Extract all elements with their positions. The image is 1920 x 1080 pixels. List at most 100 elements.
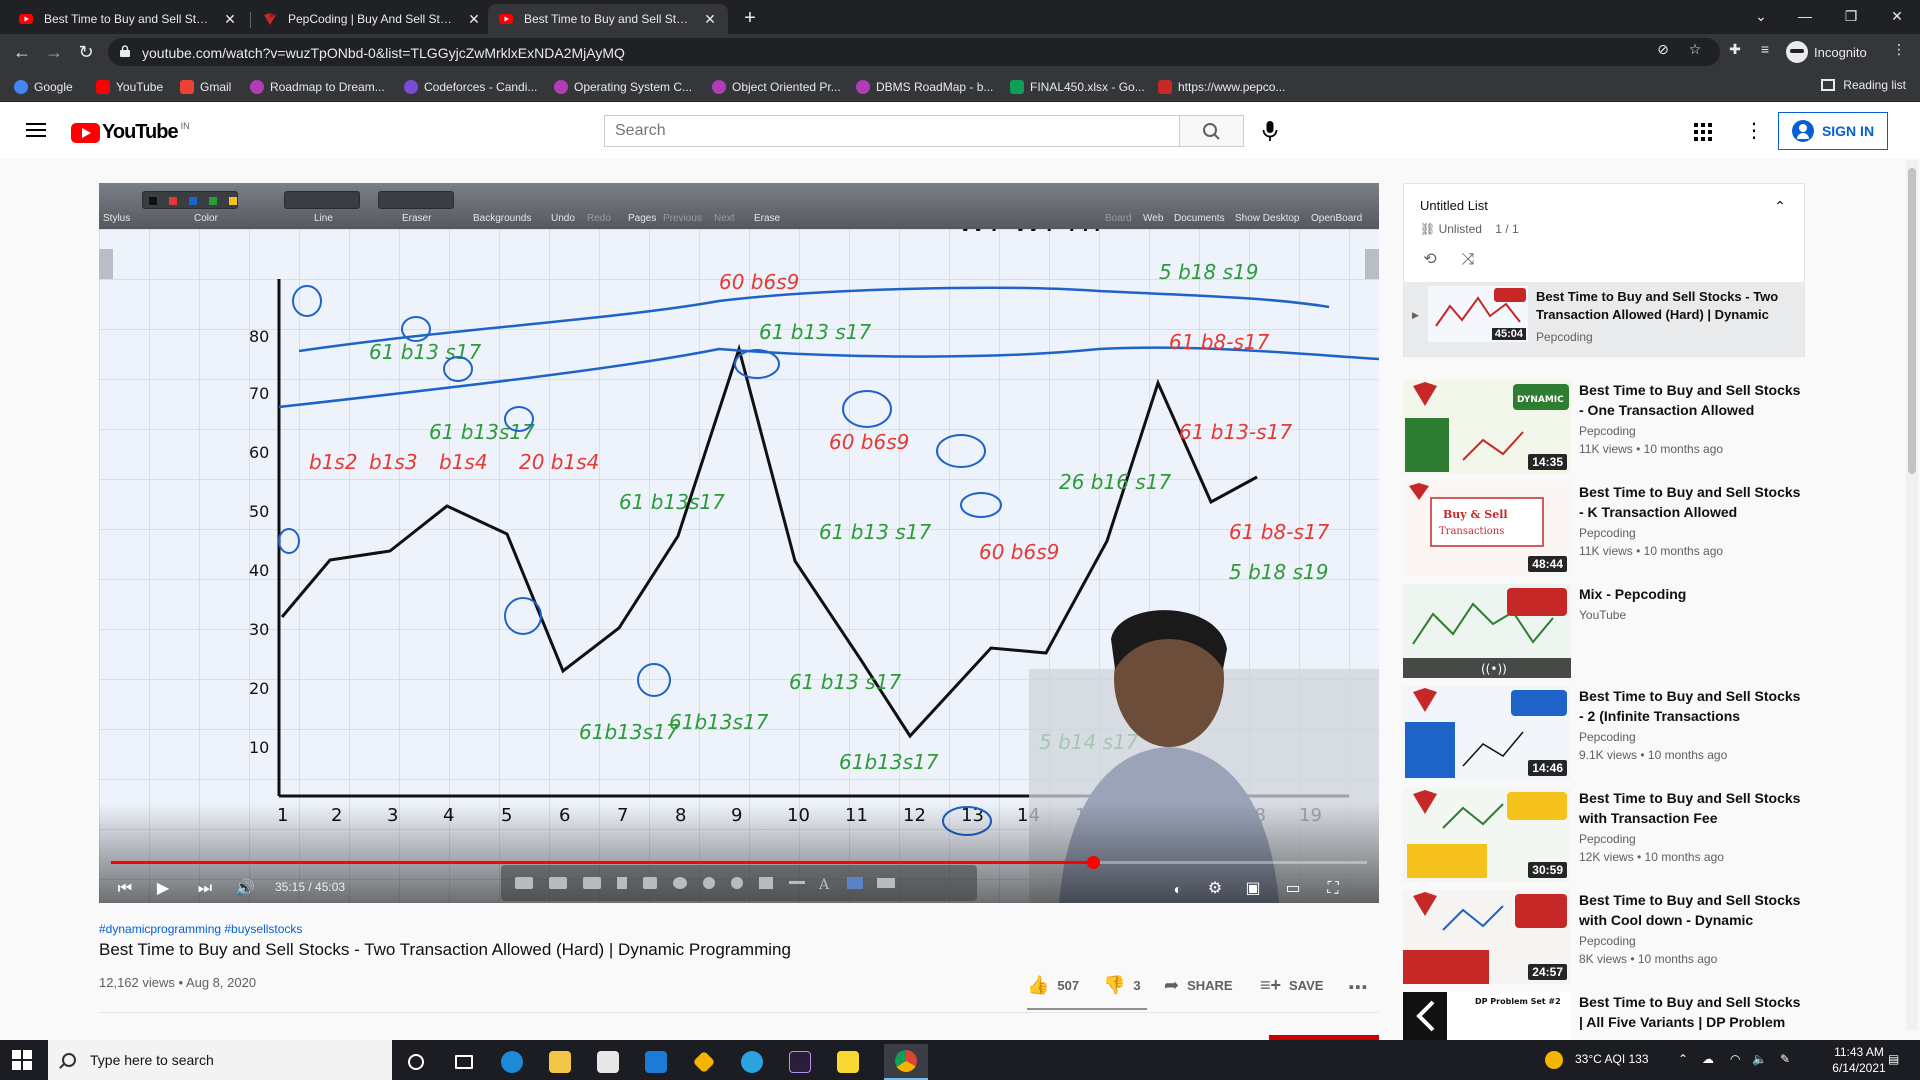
shuffle-icon[interactable]: ⤨ [1456, 248, 1480, 272]
tab-search-icon[interactable]: ⌄ [1738, 0, 1784, 32]
recommendation-item[interactable]: DYNAMIC 14:35 Best Time to Buy and Sell … [1403, 380, 1805, 474]
windows-start-icon[interactable] [12, 1050, 32, 1070]
playlist-current-item[interactable]: ▶ 45:04 Best Time to Buy and Sell Stocks… [1404, 282, 1804, 356]
volume-icon[interactable]: 🔊 [233, 877, 257, 901]
apps-grid-icon[interactable] [1692, 121, 1712, 141]
terminal-icon[interactable] [778, 1044, 822, 1080]
notifications-icon[interactable]: ▤ [1888, 1052, 1899, 1066]
recommendation-item[interactable]: Buy & Sell Transactions 48:44 Best Time t… [1403, 482, 1805, 576]
seek-bar[interactable] [111, 856, 1367, 869]
chrome-menu-icon[interactable]: ⋮ [1890, 40, 1908, 58]
bookmark-item[interactable]: https://www.pepco... [1158, 78, 1285, 96]
dislike-count: 3 [1133, 978, 1141, 993]
microphone-icon[interactable] [1256, 117, 1284, 145]
playlist-item-title: Best Time to Buy and Sell Stocks - Two T… [1536, 289, 1779, 322]
recommendation-item[interactable]: 24:57 Best Time to Buy and Sell Stocks w… [1403, 890, 1805, 984]
bookmark-item[interactable]: Gmail [180, 78, 231, 96]
new-tab-button[interactable]: + [737, 6, 763, 32]
store-icon[interactable] [586, 1044, 630, 1080]
autoplay-toggle[interactable]: ◐ [1163, 877, 1193, 901]
miniplayer-icon[interactable]: ▣ [1241, 877, 1265, 901]
fullscreen-icon[interactable]: ⛶ [1321, 877, 1345, 901]
settings-gear-icon[interactable]: ⚙ [1203, 877, 1227, 901]
bookmark-item[interactable]: Object Oriented Pr... [712, 78, 841, 96]
edge-icon[interactable] [490, 1044, 534, 1080]
cortana-icon[interactable] [394, 1044, 438, 1080]
theater-mode-icon[interactable]: ▭ [1281, 877, 1305, 901]
video-player[interactable]: Stylus Color Line Eraser Backgrounds Und… [99, 183, 1379, 903]
bookmark-item[interactable]: Google [14, 78, 73, 96]
scrollbar-thumb[interactable] [1908, 168, 1916, 474]
close-tab-icon[interactable]: ✕ [466, 11, 482, 28]
recommendation-item[interactable]: DP Problem Set #2 Best Time to Buy and S… [1403, 992, 1805, 1040]
address-bar[interactable]: youtube.com/watch?v=wuzTpONbd-0&list=TLG… [108, 38, 1720, 66]
play-icon[interactable]: ▶ [151, 877, 175, 901]
reading-list-button[interactable]: Reading list [1821, 78, 1906, 92]
wifi-icon[interactable]: ◠ [1730, 1052, 1740, 1066]
minimize-button[interactable]: — [1782, 0, 1828, 32]
show-hidden-icons[interactable]: ⌃ [1678, 1052, 1688, 1066]
wb-tool-label: Stylus [103, 213, 131, 224]
playlist-item-channel: Pepcoding [1536, 330, 1593, 344]
tab-2[interactable]: PepCoding | Buy And Sell Stocks ✕ [252, 4, 492, 34]
reload-icon[interactable]: ↻ [72, 38, 100, 66]
pen-icon[interactable]: ✎ [1780, 1052, 1790, 1066]
recommendation-item[interactable]: 30:59 Best Time to Buy and Sell Stocks w… [1403, 788, 1805, 882]
like-button[interactable]: 👍 507 [1027, 975, 1079, 996]
page-scrollbar[interactable] [1906, 160, 1918, 1030]
media-queue-icon[interactable]: ≡ [1756, 40, 1774, 58]
bookmark-item[interactable]: Operating System C... [554, 78, 692, 96]
video-hashtags[interactable]: #dynamicprogramming #buysellstocks [99, 922, 302, 936]
share-button[interactable]: ➦ SHARE [1164, 975, 1233, 996]
search-button[interactable] [1180, 115, 1244, 147]
settings-more-icon[interactable]: ⋮ [1744, 117, 1764, 145]
loop-icon[interactable]: ⟲ [1418, 248, 1442, 272]
sticky-notes-icon[interactable] [826, 1044, 870, 1080]
mail-icon[interactable] [634, 1044, 678, 1080]
bookmark-item[interactable]: YouTube [96, 78, 163, 96]
save-button[interactable]: ≡+ SAVE [1260, 975, 1323, 996]
bookmark-item[interactable]: Roadmap to Dream... [250, 78, 385, 96]
more-actions-icon[interactable]: ⋯ [1348, 975, 1368, 1000]
chrome-icon[interactable] [884, 1044, 928, 1080]
weather-icon[interactable] [1545, 1051, 1563, 1069]
menu-hamburger-icon[interactable] [24, 119, 48, 143]
onedrive-icon[interactable]: ☁ [1702, 1052, 1714, 1066]
taskbar-clock[interactable]: 11:43 AM 6/14/2021 [1827, 1044, 1891, 1076]
bookmark-item[interactable]: Codeforces - Candi... [404, 78, 537, 96]
close-tab-icon[interactable]: ✕ [702, 11, 718, 28]
vscode-like-icon[interactable] [682, 1044, 726, 1080]
bookmark-item[interactable]: DBMS RoadMap - b... [856, 78, 993, 96]
extensions-puzzle-icon[interactable]: ✚ [1726, 40, 1744, 58]
bookmark-star-icon[interactable]: ☆ [1686, 40, 1704, 58]
close-tab-icon[interactable]: ✕ [222, 11, 238, 28]
previous-video-icon[interactable]: ⏮ [113, 877, 137, 901]
telegram-icon[interactable] [730, 1044, 774, 1080]
dislike-button[interactable]: 👎 3 [1103, 975, 1141, 996]
sign-in-button[interactable]: SIGN IN [1778, 112, 1888, 150]
recommendation-item[interactable]: 14:46 Best Time to Buy and Sell Stocks -… [1403, 686, 1805, 780]
tab-3-active[interactable]: Best Time to Buy and Sell Stocks ✕ [488, 4, 728, 34]
eye-slash-icon[interactable]: ⊘ [1654, 40, 1672, 58]
speaker-icon[interactable]: 🔈 [1752, 1052, 1767, 1066]
back-arrow-icon[interactable]: ← [8, 38, 36, 66]
next-video-icon[interactable]: ⏭ [193, 877, 217, 901]
bookmark-item[interactable]: FINAL450.xlsx - Go... [1010, 78, 1145, 96]
weather-text[interactable]: 33°C AQI 133 [1575, 1052, 1649, 1066]
svg-text:10: 10 [249, 738, 269, 757]
recommendation-mix[interactable]: ((•)) Mix - Pepcoding YouTube [1403, 584, 1805, 678]
close-window-button[interactable]: ✕ [1874, 0, 1920, 32]
search-input[interactable] [605, 116, 1179, 146]
collapse-chevron-icon[interactable]: ⌃ [1768, 194, 1792, 218]
restore-button[interactable]: ❐ [1828, 0, 1874, 32]
file-explorer-icon[interactable] [538, 1044, 582, 1080]
youtube-logo[interactable]: YouTube IN [71, 121, 190, 144]
task-view-icon[interactable] [442, 1044, 486, 1080]
taskbar-search[interactable]: Type here to search [48, 1040, 392, 1080]
playlist-title[interactable]: Untitled List [1420, 198, 1488, 213]
svg-text:20 b1s4: 20 b1s4 [519, 450, 599, 474]
forward-arrow-icon[interactable]: → [40, 38, 68, 66]
tab-1[interactable]: Best Time to Buy and Sell Stocks ✕ [8, 4, 248, 34]
svg-text:30: 30 [249, 620, 269, 639]
profile-button[interactable]: Incognito [1786, 40, 1867, 64]
